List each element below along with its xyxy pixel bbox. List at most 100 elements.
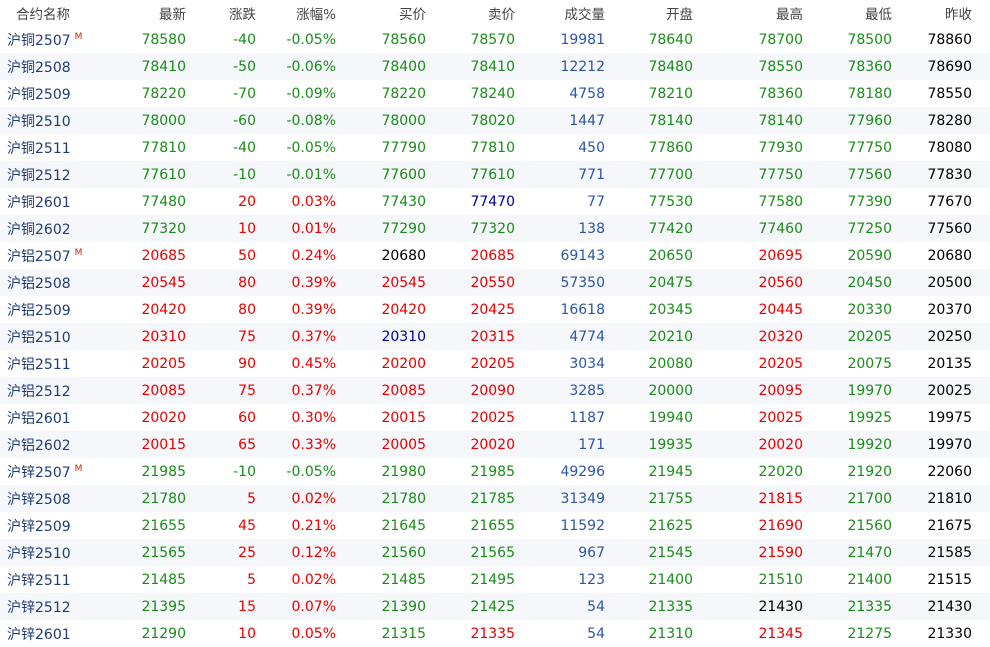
contract-name-text: 沪铝2602	[7, 437, 71, 454]
table-row[interactable]: 沪铜2510 78000 -60 -0.08% 78000 78020 1447 78140 7…	[0, 107, 990, 134]
table-row[interactable]: 沪铝2511 20205 90 0.45% 20200 20205 3034 20080 202…	[0, 350, 990, 377]
table-row[interactable]: 沪锌2601 21290 10 0.05% 21315 21335 54 21310 21345…	[0, 620, 990, 647]
table-row[interactable]: 沪铝2508 20545 80 0.39% 20545 20550 57350 20475 20…	[0, 269, 990, 296]
cell-contract-name[interactable]: 沪铜2602	[0, 219, 118, 239]
table-row[interactable]: 沪铝2507 M 20685 50 0.24% 20680 20685 69143 20650 2…	[0, 242, 990, 269]
cell-change-pct: 0.01%	[291, 220, 336, 237]
cell-high: 21590	[758, 544, 803, 561]
cell-contract-name[interactable]: 沪铜2511	[0, 138, 118, 158]
cell-change-pct: 0.39%	[291, 274, 336, 291]
cell-prev-close: 19970	[927, 436, 972, 453]
cell-high: 20205	[758, 355, 803, 372]
cell-contract-name[interactable]: 沪铝2509	[0, 300, 118, 320]
cell-contract-name[interactable]: 沪锌2510	[0, 543, 118, 563]
cell-contract-name[interactable]: 沪铝2508	[0, 273, 118, 293]
cell-volume: 967	[578, 544, 605, 561]
cell-volume: 12212	[560, 58, 605, 75]
cell-ask: 78410	[470, 58, 515, 75]
table-row[interactable]: 沪铝2512 20085 75 0.37% 20085 20090 3285 20000 200…	[0, 377, 990, 404]
cell-contract-name[interactable]: 沪锌2508	[0, 489, 118, 509]
table-row[interactable]: 沪锌2512 21395 15 0.07% 21390 21425 54 21335 21430…	[0, 593, 990, 620]
cell-contract-name[interactable]: 沪铜2508	[0, 57, 118, 77]
cell-open: 21625	[648, 517, 693, 534]
cell-contract-name[interactable]: 沪锌2511	[0, 570, 118, 590]
header-ask[interactable]: 卖价	[426, 3, 515, 23]
cell-ask: 20205	[470, 355, 515, 372]
header-prev-close[interactable]: 昨收	[892, 3, 972, 23]
cell-contract-name[interactable]: 沪铝2602	[0, 435, 118, 455]
table-row[interactable]: 沪铝2510 20310 75 0.37% 20310 20315 4774 20210 203…	[0, 323, 990, 350]
cell-change: 10	[238, 625, 256, 642]
table-row[interactable]: 沪铜2512 77610 -10 -0.01% 77600 77610 771 77700 77…	[0, 161, 990, 188]
cell-contract-name[interactable]: 沪锌2509	[0, 516, 118, 536]
table-row[interactable]: 沪铝2509 20420 80 0.39% 20420 20425 16618 20345 20…	[0, 296, 990, 323]
table-row[interactable]: 沪铜2509 78220 -70 -0.09% 78220 78240 4758 78210 7…	[0, 80, 990, 107]
cell-contract-name[interactable]: 沪锌2512	[0, 597, 118, 617]
table-row[interactable]: 沪铜2601 77480 20 0.03% 77430 77470 77 77530 77580…	[0, 188, 990, 215]
cell-low: 21400	[847, 571, 892, 588]
cell-last: 21395	[141, 598, 186, 615]
cell-prev-close: 21430	[927, 598, 972, 615]
contract-name-text: 沪锌2511	[7, 572, 71, 589]
cell-bid: 20015	[381, 409, 426, 426]
table-row[interactable]: 沪铜2508 78410 -50 -0.06% 78400 78410 12212 78480…	[0, 53, 990, 80]
cell-contract-name[interactable]: 沪铜2509	[0, 84, 118, 104]
main-contract-flag: M	[74, 31, 83, 42]
cell-contract-name[interactable]: 沪铝2601	[0, 408, 118, 428]
cell-contract-name[interactable]: 沪锌2507 M	[0, 462, 118, 482]
cell-change-pct: 0.30%	[291, 409, 336, 426]
cell-high: 20560	[758, 274, 803, 291]
header-low[interactable]: 最低	[803, 3, 892, 23]
cell-contract-name[interactable]: 沪铝2511	[0, 354, 118, 374]
table-row[interactable]: 沪铝2602 20015 65 0.33% 20005 20020 171 19935 2002…	[0, 431, 990, 458]
cell-ask: 21655	[470, 517, 515, 534]
table-row[interactable]: 沪锌2507 M 21985 -10 -0.05% 21980 21985 49296 2194…	[0, 458, 990, 485]
header-contract-name[interactable]: 合约名称	[0, 3, 118, 23]
cell-low: 77560	[847, 166, 892, 183]
cell-contract-name[interactable]: 沪锌2601	[0, 624, 118, 644]
cell-contract-name[interactable]: 沪铝2512	[0, 381, 118, 401]
cell-open: 21755	[648, 490, 693, 507]
cell-bid: 20310	[381, 328, 426, 345]
table-row[interactable]: 沪铝2601 20020 60 0.30% 20015 20025 1187 19940 200…	[0, 404, 990, 431]
cell-contract-name[interactable]: 沪铜2507 M	[0, 30, 118, 50]
cell-last: 20085	[141, 382, 186, 399]
cell-ask: 21495	[470, 571, 515, 588]
header-change[interactable]: 涨跌	[186, 3, 256, 23]
cell-low: 20075	[847, 355, 892, 372]
header-bid[interactable]: 买价	[336, 3, 426, 23]
cell-prev-close: 20680	[927, 247, 972, 264]
cell-change: 5	[247, 490, 256, 507]
cell-low: 20450	[847, 274, 892, 291]
cell-bid: 21390	[381, 598, 426, 615]
cell-open: 78210	[648, 85, 693, 102]
table-row[interactable]: 沪锌2510 21565 25 0.12% 21560 21565 967 21545 2159…	[0, 539, 990, 566]
table-row[interactable]: 沪铜2511 77810 -40 -0.05% 77790 77810 450 77860 77…	[0, 134, 990, 161]
cell-last: 21655	[141, 517, 186, 534]
header-change-pct[interactable]: 涨幅%	[256, 3, 336, 23]
cell-ask: 20425	[470, 301, 515, 318]
cell-contract-name[interactable]: 沪铜2512	[0, 165, 118, 185]
cell-high: 78140	[758, 112, 803, 129]
table-row[interactable]: 沪铜2602 77320 10 0.01% 77290 77320 138 77420 7746…	[0, 215, 990, 242]
table-row[interactable]: 沪锌2509 21655 45 0.21% 21645 21655 11592 21625 21…	[0, 512, 990, 539]
cell-contract-name[interactable]: 沪铝2507 M	[0, 246, 118, 266]
cell-contract-name[interactable]: 沪铜2601	[0, 192, 118, 212]
header-high[interactable]: 最高	[693, 3, 803, 23]
cell-prev-close: 78080	[927, 139, 972, 156]
cell-bid: 21315	[381, 625, 426, 642]
cell-contract-name[interactable]: 沪铜2510	[0, 111, 118, 131]
cell-last: 20015	[141, 436, 186, 453]
header-open[interactable]: 开盘	[605, 3, 693, 23]
contract-name-text: 沪铜2507	[7, 32, 71, 49]
cell-low: 77390	[847, 193, 892, 210]
cell-low: 21920	[847, 463, 892, 480]
table-row[interactable]: 沪锌2508 21780 5 0.02% 21780 21785 31349 21755 218…	[0, 485, 990, 512]
table-row[interactable]: 沪铜2507 M 78580 -40 -0.05% 78560 78570 19981 7864…	[0, 26, 990, 53]
cell-volume: 771	[578, 166, 605, 183]
cell-change: -10	[233, 463, 256, 480]
table-row[interactable]: 沪锌2511 21485 5 0.02% 21485 21495 123 21400 21510…	[0, 566, 990, 593]
header-volume[interactable]: 成交量	[515, 3, 606, 23]
cell-contract-name[interactable]: 沪铝2510	[0, 327, 118, 347]
header-last[interactable]: 最新	[118, 3, 186, 23]
